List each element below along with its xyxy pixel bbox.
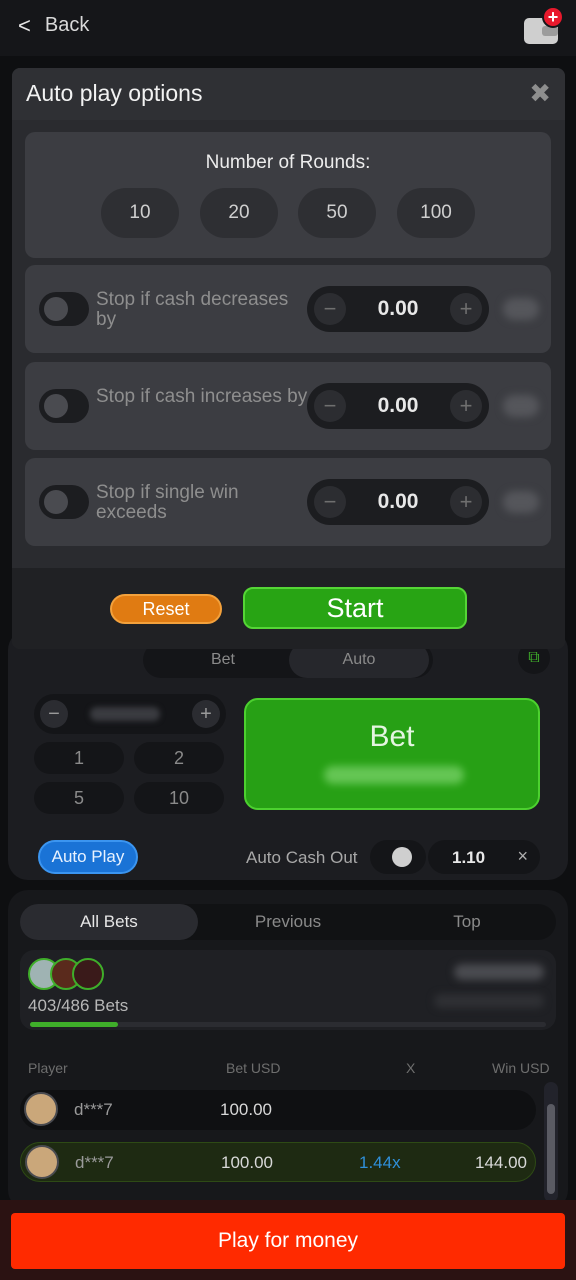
rounds-option-button[interactable]: 50 <box>298 188 376 238</box>
stop-option-label: Stop if single win exceeds <box>96 482 239 523</box>
bet-amount-blurred <box>324 766 464 784</box>
rounds-option-button[interactable]: 10 <box>101 188 179 238</box>
stop-option-card: Stop if cash decreases by − 0.00 + <box>25 265 551 353</box>
bets-tabs: All Bets Previous Top <box>20 904 556 940</box>
rounds-option-button[interactable]: 100 <box>397 188 475 238</box>
stop-option-card: Stop if single win exceeds − 0.00 + <box>25 458 551 546</box>
quick-amount-button[interactable]: 10 <box>134 782 224 814</box>
avatar <box>24 1092 58 1126</box>
modal-footer: Reset Start <box>12 568 565 649</box>
auto-cash-out-field[interactable]: 1.10 × <box>428 840 540 874</box>
total-sub-blurred <box>434 994 544 1008</box>
start-button[interactable]: Start <box>243 587 467 629</box>
auto-cash-out-label: Auto Cash Out <box>246 848 358 867</box>
tab-all-bets[interactable]: All Bets <box>20 904 198 940</box>
close-icon[interactable]: ✖ <box>529 80 551 106</box>
scrollbar-thumb[interactable] <box>547 1104 555 1194</box>
stake-stepper[interactable]: − + <box>34 694 226 734</box>
bet-button-label: Bet <box>369 720 415 753</box>
column-win: Win USD <box>492 1060 550 1076</box>
bets-progress-fill <box>30 1022 118 1027</box>
player-name: d***7 <box>75 1153 114 1172</box>
rounds-title: Number of Rounds: <box>205 152 371 173</box>
reset-button[interactable]: Reset <box>110 594 222 624</box>
top-bar: < Back + <box>0 0 576 56</box>
tab-previous[interactable]: Previous <box>199 904 377 940</box>
stake-plus-button[interactable]: + <box>192 700 220 728</box>
stop-cash-decrease-stepper[interactable]: − 0.00 + <box>307 286 489 332</box>
rounds-option-button[interactable]: 20 <box>200 188 278 238</box>
toggle-knob <box>44 394 68 418</box>
bet-button[interactable]: Bet <box>244 698 540 810</box>
stop-cash-decrease-toggle[interactable] <box>39 292 89 326</box>
currency-blurred <box>503 298 539 320</box>
bets-summary: 403/486 Bets <box>20 950 556 1030</box>
add-funds-icon: + <box>542 6 564 28</box>
wallet-button[interactable]: + <box>518 6 564 46</box>
cta-bar: Play for money <box>0 1200 576 1280</box>
plus-button[interactable]: + <box>450 293 482 325</box>
column-x: X <box>406 1060 416 1076</box>
total-blurred <box>454 964 544 980</box>
chevron-left-icon: < <box>18 12 31 38</box>
auto-play-options-modal: Auto play options ✖ Number of Rounds: 10… <box>12 68 565 649</box>
plus-button[interactable]: + <box>450 390 482 422</box>
plus-button[interactable]: + <box>450 486 482 518</box>
stop-single-win-toggle[interactable] <box>39 485 89 519</box>
stop-cash-increase-toggle[interactable] <box>39 389 89 423</box>
stop-option-label: Stop if cash increases by <box>96 386 308 407</box>
avatar-group <box>28 958 108 990</box>
clear-icon[interactable]: × <box>517 846 528 867</box>
tab-top[interactable]: Top <box>378 904 556 940</box>
auto-cash-out-value: 1.10 <box>452 848 486 867</box>
bets-progress-bar <box>30 1022 546 1027</box>
toggle-knob <box>44 297 68 321</box>
player-name: d***7 <box>74 1100 113 1119</box>
rounds-card: Number of Rounds: 10 20 50 100 <box>25 132 551 258</box>
bet-amount: 100.00 <box>221 1153 273 1172</box>
bets-count: 403/486 Bets <box>28 996 129 1015</box>
avatar <box>72 958 104 990</box>
stop-single-win-stepper[interactable]: − 0.00 + <box>307 479 489 525</box>
stake-minus-button[interactable]: − <box>40 700 68 728</box>
back-label: Back <box>44 14 90 36</box>
currency-blurred <box>503 491 539 513</box>
column-player: Player <box>28 1060 68 1076</box>
bets-scrollbar[interactable] <box>544 1082 558 1202</box>
stop-cash-increase-stepper[interactable]: − 0.00 + <box>307 383 489 429</box>
play-for-money-button[interactable]: Play for money <box>11 1213 565 1269</box>
stake-value-blurred <box>90 707 160 721</box>
back-button[interactable]: < Back <box>18 14 89 37</box>
quick-amount-button[interactable]: 5 <box>34 782 124 814</box>
table-row: d***7 100.00 1.44x 144.00 <box>20 1142 536 1182</box>
bet-amount: 100.00 <box>220 1100 272 1119</box>
bet-panel: Bet Auto ⧉ − + 1 2 5 10 Bet Auto Play Au… <box>8 630 568 880</box>
modal-header: Auto play options ✖ <box>12 68 565 120</box>
modal-title: Auto play options <box>26 80 203 106</box>
win-amount: 144.00 <box>475 1153 527 1172</box>
quick-amount-button[interactable]: 2 <box>134 742 224 774</box>
avatar <box>25 1145 59 1179</box>
column-bet: Bet USD <box>226 1060 281 1076</box>
toggle-knob <box>44 490 68 514</box>
auto-play-button[interactable]: Auto Play <box>38 840 138 874</box>
table-row: d***7 100.00 <box>20 1090 536 1130</box>
quick-amount-button[interactable]: 1 <box>34 742 124 774</box>
bets-panel: All Bets Previous Top 403/486 Bets Playe… <box>8 890 568 1210</box>
toggle-knob <box>392 847 412 867</box>
currency-blurred <box>503 395 539 417</box>
multiplier: 1.44x <box>359 1153 401 1172</box>
stop-option-card: Stop if cash increases by − 0.00 + <box>25 362 551 450</box>
auto-cash-out-toggle[interactable] <box>370 840 426 874</box>
stop-option-label: Stop if cash decreases by <box>96 289 289 330</box>
